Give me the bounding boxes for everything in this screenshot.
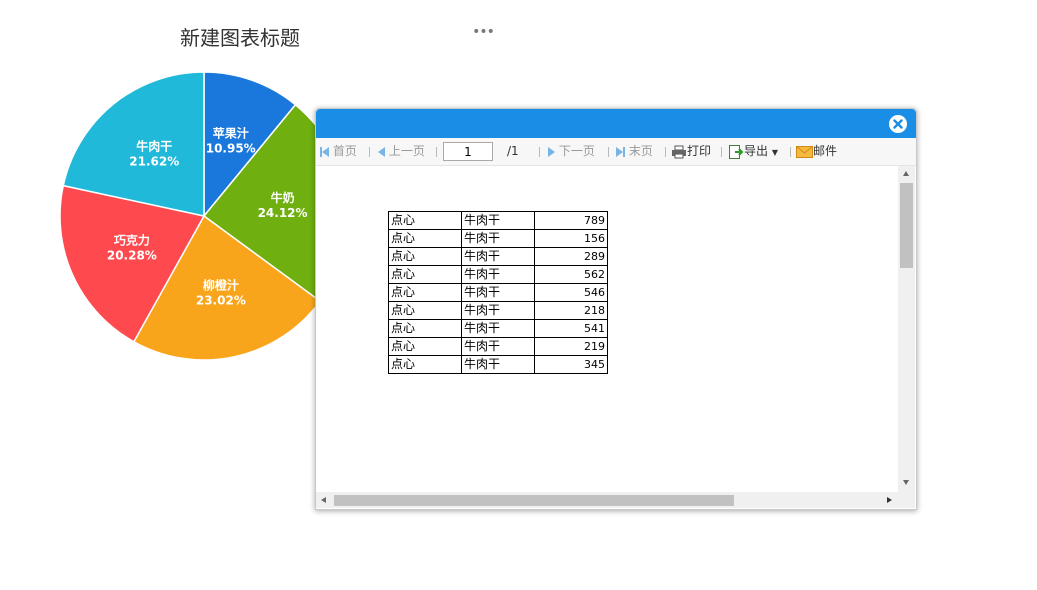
table-cell: 牛肉干: [461, 319, 535, 338]
table-cell: 牛肉干: [461, 229, 535, 248]
close-icon: [893, 119, 903, 129]
report-content: 点心 牛肉干 789 点心 牛肉干 156 点心 牛肉干 289 点心 牛肉干 562 点心 牛肉干 546…: [316, 166, 898, 492]
table-row: 点心 牛肉干 345: [388, 355, 608, 374]
table-cell: 点心: [388, 301, 462, 320]
mail-icon: [796, 146, 813, 158]
table-row: 点心 牛肉干 789: [388, 211, 608, 230]
table-row: 点心 牛肉干 546: [388, 283, 608, 302]
slice-category-label: 柳橙汁: [203, 277, 239, 292]
slice-percent-label: 23.02%: [196, 293, 246, 307]
scroll-left-icon[interactable]: [321, 497, 326, 503]
vertical-scroll-thumb[interactable]: [900, 183, 913, 268]
prev-page-button[interactable]: 上一页: [378, 138, 425, 165]
slice-category-label: 苹果汁: [213, 125, 249, 140]
table-row: 点心 牛肉干 541: [388, 319, 608, 338]
prev-page-icon: [378, 146, 385, 157]
chevron-down-icon: ▼: [771, 148, 778, 157]
table-cell: 点心: [388, 211, 462, 230]
page-total: /1: [507, 144, 519, 158]
table-cell: 289: [534, 247, 608, 266]
last-page-button[interactable]: 末页: [616, 138, 653, 165]
slice-category-label: 牛肉干: [136, 138, 172, 153]
table-cell: 点心: [388, 337, 462, 356]
toolbar-separator: [790, 147, 791, 157]
dialog-header: [316, 109, 916, 138]
table-cell: 牛肉干: [461, 211, 535, 230]
table-cell: 541: [534, 319, 608, 338]
scroll-right-icon[interactable]: [887, 497, 892, 503]
next-page-icon: [548, 146, 555, 157]
table-cell: 点心: [388, 247, 462, 266]
horizontal-scrollbar[interactable]: [316, 492, 898, 508]
scroll-corner: [898, 492, 915, 508]
data-table: 点心 牛肉干 789 点心 牛肉干 156 点心 牛肉干 289 点心 牛肉干 562 点心 牛肉干 546…: [388, 211, 608, 374]
table-cell: 562: [534, 265, 608, 284]
first-page-button[interactable]: 首页: [320, 138, 357, 165]
table-cell: 点心: [388, 283, 462, 302]
table-cell: 点心: [388, 319, 462, 338]
table-cell: 219: [534, 337, 608, 356]
toolbar-separator: [665, 147, 666, 157]
scroll-down-icon[interactable]: [903, 480, 909, 485]
last-page-icon: [616, 146, 623, 157]
next-page-button[interactable]: 下一页: [548, 138, 595, 165]
table-cell: 点心: [388, 229, 462, 248]
table-row: 点心 牛肉干 219: [388, 337, 608, 356]
table-cell: 789: [534, 211, 608, 230]
toolbar-separator: [436, 147, 437, 157]
table-cell: 点心: [388, 355, 462, 374]
close-button[interactable]: [889, 115, 907, 133]
table-cell: 546: [534, 283, 608, 302]
slice-category-label: 牛奶: [271, 190, 295, 205]
table-row: 点心 牛肉干 218: [388, 301, 608, 320]
toolbar-separator: [369, 147, 370, 157]
table-cell: 牛肉干: [461, 247, 535, 266]
table-cell: 牛肉干: [461, 337, 535, 356]
table-row: 点心 牛肉干 562: [388, 265, 608, 284]
table-cell: 牛肉干: [461, 265, 535, 284]
toolbar-separator: [539, 147, 540, 157]
slice-percent-label: 21.62%: [129, 154, 179, 168]
more-options-button[interactable]: •••: [472, 22, 495, 42]
print-button[interactable]: 打印: [671, 138, 711, 165]
table-cell: 345: [534, 355, 608, 374]
table-cell: 点心: [388, 265, 462, 284]
table-row: 点心 牛肉干 156: [388, 229, 608, 248]
table-row: 点心 牛肉干 289: [388, 247, 608, 266]
table-cell: 牛肉干: [461, 283, 535, 302]
export-icon: [729, 144, 744, 159]
toolbar-separator: [721, 147, 722, 157]
printer-icon: [672, 145, 686, 158]
slice-category-label: 巧克力: [114, 233, 150, 248]
table-cell: 牛肉干: [461, 301, 535, 320]
vertical-scrollbar[interactable]: [898, 166, 915, 492]
table-cell: 156: [534, 229, 608, 248]
export-button[interactable]: 导出 ▼: [728, 138, 778, 165]
mail-button[interactable]: 邮件: [796, 138, 837, 165]
horizontal-scroll-thumb[interactable]: [334, 495, 734, 506]
slice-percent-label: 10.95%: [206, 141, 256, 155]
slice-percent-label: 24.12%: [258, 206, 308, 220]
slice-percent-label: 20.28%: [107, 249, 157, 263]
toolbar-separator: [608, 147, 609, 157]
data-dialog: 首页 上一页 /1 下一页 末页 打印: [315, 108, 917, 510]
table-cell: 218: [534, 301, 608, 320]
scroll-up-icon[interactable]: [903, 171, 909, 176]
report-toolbar: 首页 上一页 /1 下一页 末页 打印: [316, 138, 916, 166]
table-cell: 牛肉干: [461, 355, 535, 374]
page-number-input[interactable]: [443, 142, 493, 161]
